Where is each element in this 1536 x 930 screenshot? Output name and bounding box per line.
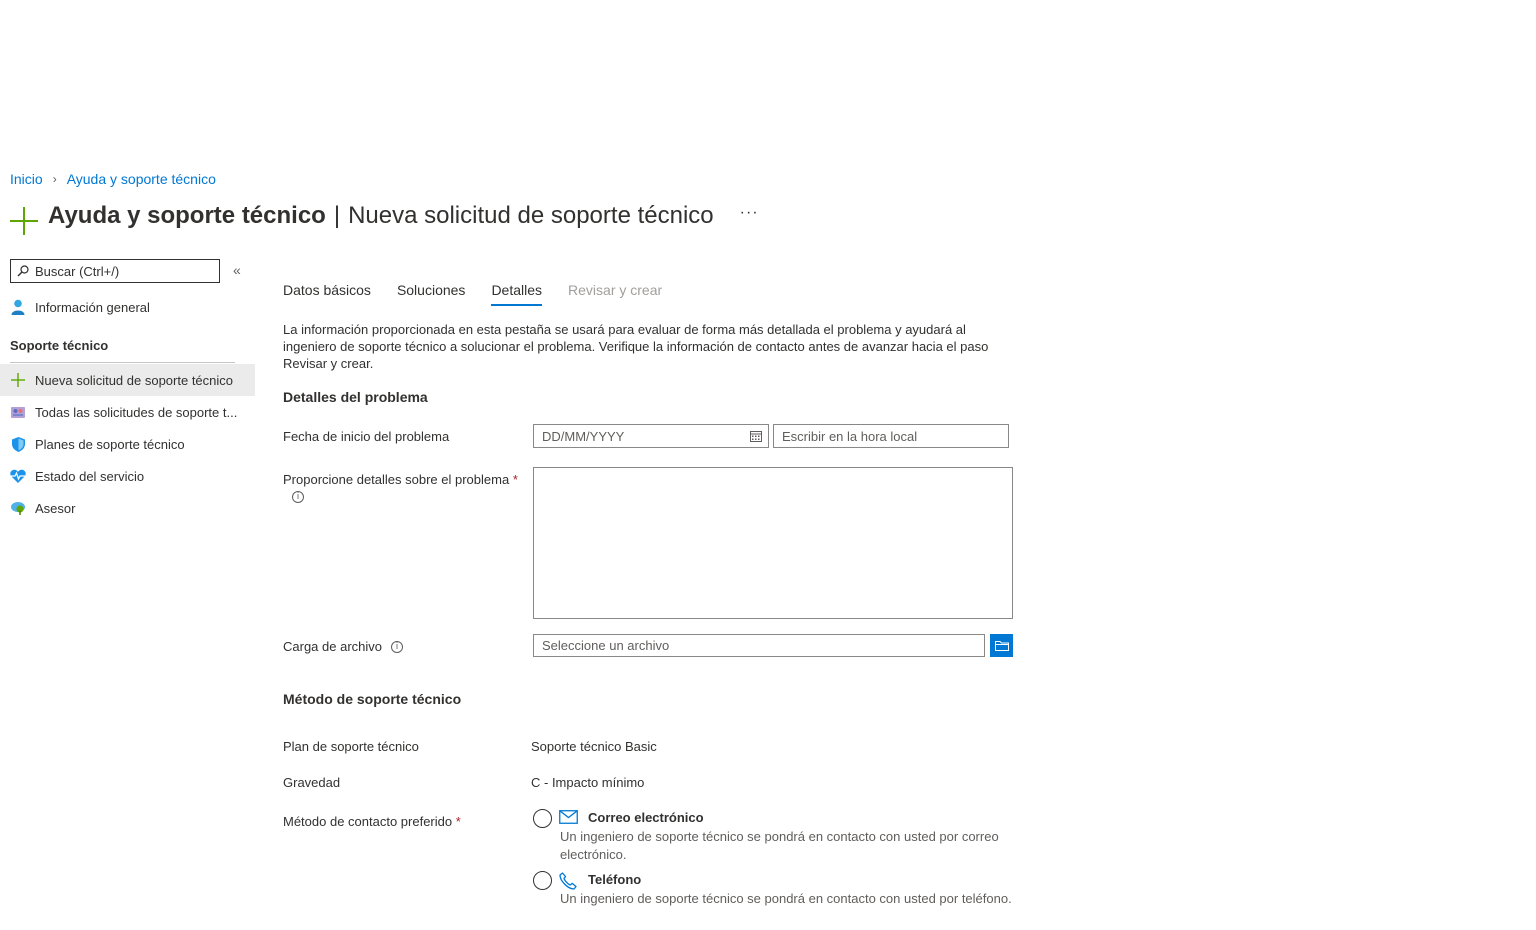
sidebar-item-new-request[interactable]: Nueva solicitud de soporte técnico [0,364,255,396]
sidebar-item-support-plans[interactable]: Planes de soporte técnico [0,428,255,460]
collapse-sidebar-button[interactable]: « [233,262,241,278]
sidebar-item-all-requests[interactable]: Todas las solicitudes de soporte t... [0,396,255,428]
date-field[interactable] [533,424,769,448]
date-input[interactable] [542,428,768,444]
requests-icon [10,404,26,420]
search-icon [17,265,29,277]
person-icon [10,299,26,315]
required-mark: * [455,814,461,829]
sidebar-item-service-health[interactable]: Estado del servicio [0,460,255,492]
phone-option-title: Teléfono [588,872,642,887]
tab-bar: Datos básicos Soluciones Detalles Revisa… [283,282,688,306]
sidebar-item-advisor[interactable]: Asesor [0,492,255,524]
page-subtitle: Nueva solicitud de soporte técnico [348,202,714,229]
sidebar-item-label: Asesor [35,500,76,516]
tab-review-create: Revisar y crear [568,282,663,298]
contact-method-label: Método de contacto preferido * [283,814,461,829]
chevron-right-icon: › [52,172,57,186]
info-icon[interactable]: i [292,491,304,503]
email-radio[interactable] [533,809,552,828]
advisor-icon [10,500,26,516]
plan-value: Soporte técnico Basic [531,739,657,754]
file-input[interactable] [542,638,984,653]
section-title-support: Método de soporte técnico [283,691,462,707]
tab-basics[interactable]: Datos básicos [283,282,371,306]
sidebar-item-label: Estado del servicio [35,468,145,484]
severity-label: Gravedad [283,775,341,790]
sidebar-item-label: Información general [35,299,150,315]
phone-radio[interactable] [533,871,552,890]
time-field[interactable] [773,424,1009,448]
breadcrumb-ayuda[interactable]: Ayuda y soporte técnico [67,171,216,187]
required-mark: * [512,472,518,487]
details-label: Proporcione detalles sobre el problema * [283,472,518,487]
calendar-icon[interactable] [750,430,762,442]
info-icon[interactable]: i [391,640,403,653]
section-title-problem: Detalles del problema [283,389,428,405]
plan-label: Plan de soporte técnico [283,739,419,754]
sidebar-item-label: Planes de soporte técnico [35,436,185,452]
details-label-text: Proporcione detalles sobre el problema [283,472,510,487]
sidebar-item-label: Nueva solicitud de soporte técnico [35,372,234,388]
upload-label: Carga de archivo i [283,639,403,654]
email-option-title: Correo electrónico [588,810,704,825]
phone-option-desc: Un ingeniero de soporte técnico se pondr… [560,891,1012,906]
plus-icon [10,207,38,235]
start-date-label: Fecha de inicio del problema [283,429,450,444]
file-field[interactable] [533,634,985,657]
browse-file-button[interactable] [990,634,1013,657]
shield-icon [10,436,26,452]
sidebar-section-title: Soporte técnico [10,338,109,353]
intro-text: La información proporcionada en esta pes… [283,322,989,371]
heart-pulse-icon [10,468,26,484]
sidebar-item-label: Todas las solicitudes de soporte t... [35,404,238,420]
time-input[interactable] [782,428,1008,444]
breadcrumb-inicio[interactable]: Inicio [10,171,43,187]
page-title: Ayuda y soporte técnico [48,202,326,229]
tab-details[interactable]: Detalles [491,282,543,306]
sidebar-search[interactable] [10,259,220,283]
divider [10,362,235,363]
more-options-button[interactable]: ··· [740,204,759,222]
sidebar-item-overview[interactable]: Información general [0,291,255,323]
upload-label-text: Carga de archivo [283,639,382,654]
plus-icon [10,372,26,388]
title-separator: | [333,202,341,229]
tab-solutions[interactable]: Soluciones [397,282,466,306]
contact-method-label-text: Método de contacto preferido [283,814,453,829]
details-textarea[interactable] [533,467,1013,619]
folder-icon [994,641,1009,651]
email-option-desc: Un ingeniero de soporte técnico se pondr… [560,829,999,862]
search-input[interactable] [35,263,205,279]
mail-icon [559,810,578,827]
details-input[interactable] [534,468,1012,618]
page-header: Ayuda y soporte técnico | Nueva solicitu… [10,196,759,236]
severity-value: C - Impacto mínimo [531,775,645,790]
breadcrumb: Inicio › Ayuda y soporte técnico [10,171,216,187]
